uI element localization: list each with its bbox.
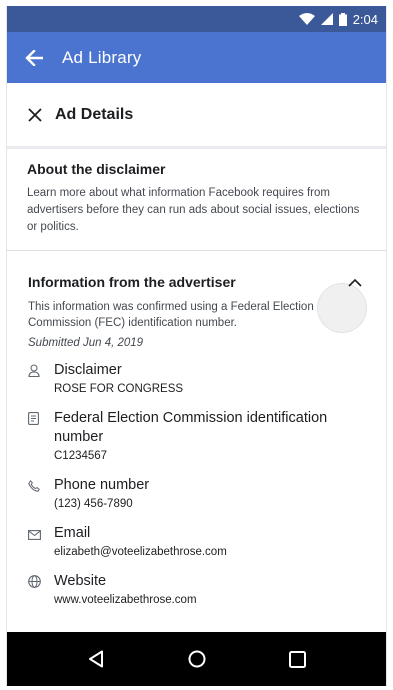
person-icon — [28, 361, 54, 382]
ad-details-title: Ad Details — [55, 105, 134, 123]
app-bar-title: Ad Library — [62, 47, 142, 67]
info-value[interactable]: elizabeth@voteelizabethrose.com — [54, 546, 366, 558]
advertiser-info-heading: Information from the advertiser — [28, 274, 236, 290]
advertiser-info-section: Information from the advertiser This inf… — [7, 251, 386, 606]
info-value[interactable]: www.voteelizabethrose.com — [54, 594, 366, 606]
close-icon[interactable] — [27, 107, 43, 123]
phone-screen: 2:04 Ad Library Ad Details About the dis… — [6, 6, 387, 686]
document-icon — [28, 409, 54, 430]
advertiser-info-header[interactable]: Information from the advertiser — [28, 273, 366, 291]
info-label: Email — [54, 525, 91, 541]
info-item-fec-number: Federal Election Commission identificati… — [28, 409, 366, 462]
phone-icon — [28, 476, 54, 497]
about-disclaimer-section: About the disclaimer Learn more about wh… — [7, 149, 386, 251]
status-time: 2:04 — [352, 11, 378, 27]
nav-back-icon[interactable] — [81, 644, 111, 674]
submitted-date: Submitted Jun 4, 2019 — [28, 337, 144, 349]
info-item-disclaimer: Disclaimer ROSE FOR CONGRESS — [28, 361, 366, 395]
about-disclaimer-heading: About the disclaimer — [27, 161, 166, 177]
signal-icon — [320, 13, 333, 25]
info-value[interactable]: (123) 456-7890 — [54, 498, 366, 510]
info-label: Website — [54, 573, 107, 589]
android-nav-bar — [7, 632, 386, 686]
globe-icon — [28, 572, 54, 593]
advertiser-info-description: This information was confirmed using a F… — [28, 301, 314, 329]
chevron-up-icon[interactable] — [346, 273, 364, 291]
info-label: Phone number — [54, 477, 150, 493]
wifi-icon — [298, 13, 315, 25]
advertiser-info-list: Disclaimer ROSE FOR CONGRESS Federal Ele… — [28, 361, 366, 606]
status-bar: 2:04 — [7, 6, 386, 32]
info-item-phone: Phone number (123) 456-7890 — [28, 476, 366, 510]
battery-icon — [338, 12, 347, 26]
info-value: ROSE FOR CONGRESS — [54, 383, 184, 395]
app-bar: Ad Library — [7, 32, 386, 83]
info-value: C1234567 — [54, 450, 108, 462]
nav-recents-icon[interactable] — [283, 644, 313, 674]
info-item-website: Website www.voteelizabethrose.com — [28, 572, 366, 606]
info-label: Federal Election Commission identificati… — [54, 410, 328, 445]
ad-details-header: Ad Details — [7, 83, 386, 149]
info-item-email: Email elizabeth@voteelizabethrose.com — [28, 524, 366, 558]
email-icon — [28, 524, 54, 545]
info-label: Disclaimer — [54, 362, 122, 378]
nav-home-icon[interactable] — [182, 644, 212, 674]
back-arrow-icon[interactable] — [24, 48, 44, 68]
about-disclaimer-text: Learn more about what information Facebo… — [27, 187, 360, 233]
